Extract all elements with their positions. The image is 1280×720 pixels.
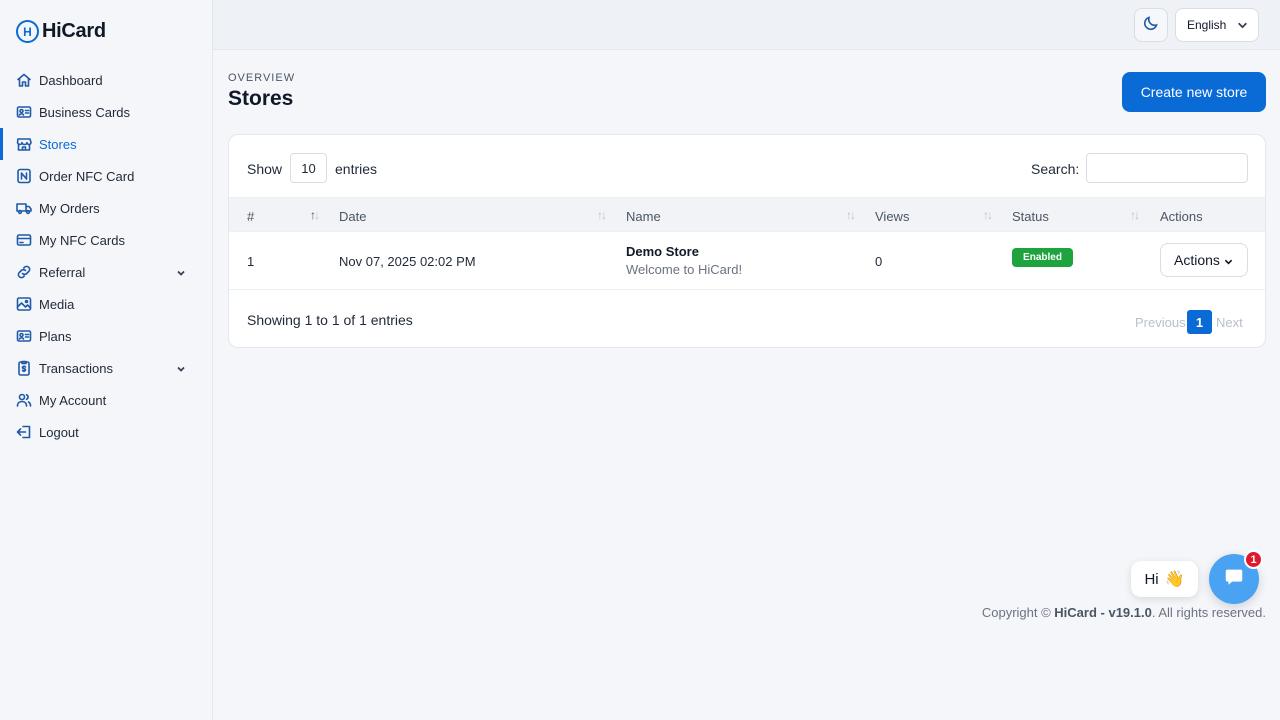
store-icon [16, 136, 32, 152]
sort-icon[interactable]: ↑↓ [983, 208, 993, 222]
language-select[interactable]: English [1175, 8, 1259, 42]
image-icon [16, 296, 32, 312]
sort-icon[interactable]: ↑↓ [310, 208, 320, 222]
sidebar-item-label: Order NFC Card [39, 168, 135, 184]
copyright-prefix: Copyright © [981, 605, 1055, 620]
chevron-down-icon [176, 361, 186, 375]
sidebar-item-label: My Account [39, 392, 107, 408]
sidebar-nav: Dashboard Business Cards Stores Order NF… [0, 64, 213, 448]
sidebar-item-label: Logout [39, 424, 79, 440]
entries-label: entries [335, 161, 378, 177]
pagination-next[interactable]: Next [1216, 310, 1243, 334]
cell-store-description: Welcome to HiCard! [626, 262, 743, 277]
sidebar-item-logout[interactable]: Logout [0, 416, 213, 448]
sidebar-item-my-nfc-cards[interactable]: My NFC Cards [0, 224, 213, 256]
sidebar: H HiCard Dashboard Business Cards Stores… [0, 0, 213, 720]
sidebar-item-label: Plans [39, 328, 72, 344]
search-label: Search: [1031, 161, 1080, 177]
sidebar-item-dashboard[interactable]: Dashboard [0, 64, 213, 96]
receipt-icon [16, 360, 32, 376]
sidebar-item-transactions[interactable]: Transactions [0, 352, 213, 384]
card-icon [16, 232, 32, 248]
row-actions-button[interactable]: Actions [1160, 243, 1248, 277]
page-title: Stores [228, 87, 294, 110]
logo-text: HiCard [42, 20, 106, 42]
pagination-page-1[interactable]: 1 [1187, 310, 1212, 334]
column-header-name[interactable]: Name [626, 209, 661, 224]
link-icon [16, 264, 32, 280]
copyright-footer: Copyright © HiCard - v19.1.0. All rights… [960, 605, 1266, 620]
chevron-down-icon [176, 265, 186, 279]
copyright-suffix: . All rights reserved. [1151, 605, 1266, 620]
theme-toggle-button[interactable] [1134, 8, 1168, 42]
column-header-actions: Actions [1160, 209, 1203, 224]
sidebar-item-my-orders[interactable]: My Orders [0, 192, 213, 224]
search-input[interactable] [1086, 153, 1248, 183]
table-row: 1 Nov 07, 2025 02:02 PM Demo Store Welco… [229, 232, 1265, 290]
sidebar-item-order-nfc-card[interactable]: Order NFC Card [0, 160, 213, 192]
create-store-button[interactable]: Create new store [1122, 72, 1266, 112]
page-overline: OVERVIEW [228, 72, 296, 84]
id-card-icon [16, 328, 32, 344]
column-header-status[interactable]: Status [1012, 209, 1049, 224]
language-label: English [1187, 18, 1227, 32]
sidebar-item-business-cards[interactable]: Business Cards [0, 96, 213, 128]
column-header-index[interactable]: # [247, 209, 254, 224]
actions-label: Actions [1174, 252, 1220, 268]
chat-greeting-text: Hi [1144, 570, 1159, 588]
logo-mark-icon: H [16, 20, 39, 43]
sidebar-item-plans[interactable]: Plans [0, 320, 213, 352]
chevron-down-icon [1224, 253, 1233, 269]
chat-greeting-bubble[interactable]: Hi 👋 [1131, 561, 1198, 597]
sidebar-item-label: Transactions [39, 360, 113, 376]
sidebar-item-label: Referral [39, 264, 86, 280]
topbar: English [213, 0, 1280, 50]
cell-date: Nov 07, 2025 02:02 PM [339, 254, 476, 269]
sidebar-item-referral[interactable]: Referral [0, 256, 213, 288]
home-icon [16, 72, 32, 88]
column-header-views[interactable]: Views [875, 209, 909, 224]
sidebar-item-label: Stores [39, 136, 77, 152]
sidebar-item-stores[interactable]: Stores [0, 128, 213, 160]
moon-icon [1143, 15, 1159, 36]
column-header-date[interactable]: Date [339, 209, 366, 224]
waving-hand-icon: 👋 [1164, 571, 1185, 588]
sidebar-item-label: Business Cards [39, 104, 131, 120]
sidebar-item-label: Dashboard [39, 72, 103, 88]
cell-store-name[interactable]: Demo Store [626, 244, 699, 259]
table-header: # ↑↓ Date ↑↓ Name ↑↓ Views ↑↓ Status ↑↓ … [229, 197, 1265, 232]
sort-icon[interactable]: ↑↓ [1130, 208, 1140, 222]
sort-icon[interactable]: ↑↓ [597, 208, 607, 222]
logo[interactable]: H HiCard [16, 20, 106, 43]
users-icon [16, 392, 32, 408]
chat-bubble-icon [1223, 566, 1245, 593]
sidebar-item-my-account[interactable]: My Account [0, 384, 213, 416]
pagination-previous[interactable]: Previous [1135, 310, 1186, 334]
truck-icon [16, 200, 32, 216]
sidebar-item-label: Media [39, 296, 75, 312]
id-card-icon [16, 104, 32, 120]
stores-table-card: Show 10 entries Search: # ↑↓ Date ↑↓ Nam… [228, 134, 1266, 348]
status-badge: Enabled [1012, 248, 1073, 267]
page-length-select[interactable]: 10 [290, 153, 327, 183]
sidebar-item-media[interactable]: Media [0, 288, 213, 320]
copyright-brand: HiCard - v19.1.0 [1054, 605, 1152, 620]
logout-icon [16, 424, 32, 440]
cell-views: 0 [875, 254, 883, 269]
chevron-down-icon [1237, 20, 1248, 34]
sidebar-item-label: My Orders [39, 200, 100, 216]
sidebar-item-label: My NFC Cards [39, 232, 125, 248]
table-info: Showing 1 to 1 of 1 entries [247, 312, 413, 328]
show-label: Show [247, 161, 283, 177]
sort-icon[interactable]: ↑↓ [846, 208, 856, 222]
cell-index: 1 [247, 254, 255, 269]
nfc-icon [16, 168, 32, 184]
chat-unread-badge: 1 [1244, 550, 1263, 569]
